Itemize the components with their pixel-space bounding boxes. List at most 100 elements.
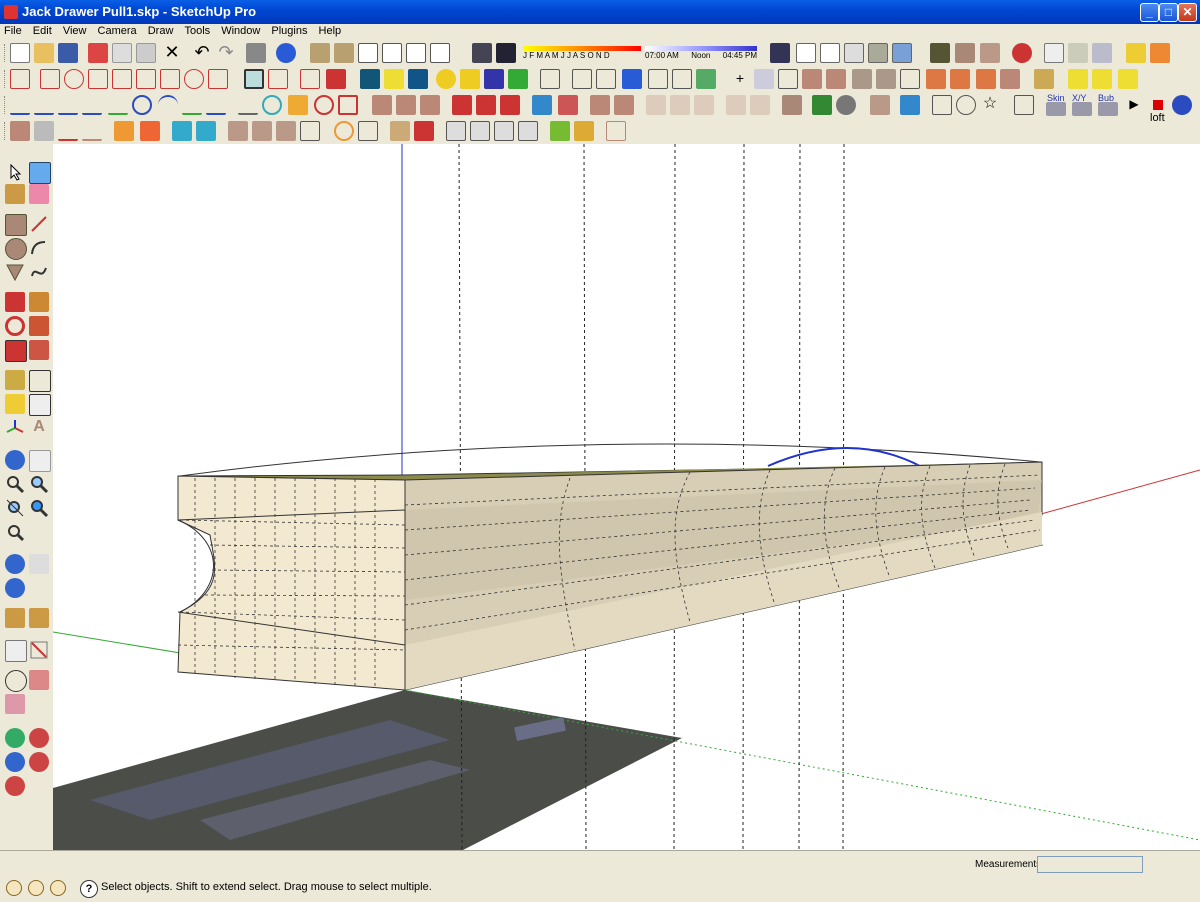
draw-pie-icon[interactable] bbox=[184, 69, 204, 89]
pencils-icon[interactable] bbox=[550, 121, 570, 141]
style-icon[interactable] bbox=[930, 43, 950, 63]
plugin-lambda-icon[interactable] bbox=[648, 69, 668, 89]
draw-rectangle-icon[interactable] bbox=[40, 69, 60, 89]
plugin-plus-icon[interactable]: + bbox=[730, 69, 750, 89]
houses-1-icon[interactable] bbox=[228, 121, 248, 141]
menu-camera[interactable]: Camera bbox=[94, 24, 141, 37]
draw-line-icon[interactable] bbox=[10, 69, 30, 89]
toolbar-grip[interactable] bbox=[4, 122, 8, 140]
draw-circle-icon[interactable] bbox=[64, 69, 84, 89]
undo-icon[interactable]: ↶ bbox=[192, 43, 212, 63]
circle-icon[interactable] bbox=[5, 238, 27, 260]
pan-icon[interactable] bbox=[29, 450, 51, 472]
polyline-icon[interactable] bbox=[238, 95, 258, 115]
plugin-cone-icon[interactable] bbox=[460, 69, 480, 89]
menu-plugins[interactable]: Plugins bbox=[267, 24, 311, 37]
plugin-wood-3-icon[interactable] bbox=[852, 69, 872, 89]
look-around-icon[interactable] bbox=[5, 578, 25, 598]
wave-icon[interactable] bbox=[206, 95, 226, 115]
sketchup-app-icon[interactable] bbox=[4, 5, 18, 19]
plugin-red-box-2-icon[interactable] bbox=[950, 69, 970, 89]
plugin-red-box-3-icon[interactable] bbox=[976, 69, 996, 89]
hidden-line-icon[interactable] bbox=[820, 43, 840, 63]
board-2-icon[interactable] bbox=[670, 95, 690, 115]
sandbox-3-icon[interactable] bbox=[5, 752, 25, 772]
materials-icon[interactable] bbox=[955, 43, 975, 63]
number-one-icon[interactable] bbox=[900, 95, 920, 115]
marker-left-icon[interactable] bbox=[932, 95, 952, 115]
new-file-icon[interactable] bbox=[10, 43, 30, 63]
section-fill-icon[interactable] bbox=[5, 694, 25, 714]
plugin-panel-icon[interactable] bbox=[754, 69, 774, 89]
sandbox-2-icon[interactable] bbox=[29, 728, 49, 748]
star-icon[interactable]: ☆ bbox=[980, 95, 1000, 115]
select-icon[interactable] bbox=[5, 162, 25, 182]
plugin-needle-icon[interactable] bbox=[672, 69, 692, 89]
zoom-window-icon[interactable] bbox=[29, 474, 49, 494]
arc-icon[interactable] bbox=[29, 238, 49, 258]
follow-me-icon[interactable] bbox=[29, 316, 49, 336]
menu-view[interactable]: View bbox=[59, 24, 91, 37]
polygon-icon[interactable] bbox=[5, 262, 25, 282]
dowel-2-icon[interactable] bbox=[750, 95, 770, 115]
oval-icon[interactable] bbox=[314, 95, 334, 115]
draw-ellipse-icon[interactable] bbox=[112, 69, 132, 89]
diamond-tool-icon[interactable] bbox=[326, 69, 346, 89]
monochrome-icon[interactable] bbox=[892, 43, 912, 63]
help-blue-icon[interactable] bbox=[1172, 95, 1192, 115]
cone-blue-icon[interactable] bbox=[172, 121, 192, 141]
plugin-select-icon[interactable] bbox=[540, 69, 560, 89]
zigzag-icon[interactable] bbox=[182, 95, 202, 115]
plugin-wire-box-icon[interactable] bbox=[596, 69, 616, 89]
rectangle-icon[interactable] bbox=[5, 214, 27, 236]
grid-cube-2-icon[interactable] bbox=[470, 121, 490, 141]
shaded-textures-icon[interactable] bbox=[868, 43, 888, 63]
marker-circle-icon[interactable] bbox=[956, 95, 976, 115]
plugin-film-icon[interactable] bbox=[384, 69, 404, 89]
shadow-time-slider[interactable]: 07:00 AM Noon 04:45 PM bbox=[645, 46, 757, 60]
print-icon[interactable] bbox=[246, 43, 266, 63]
draw-arc-icon[interactable] bbox=[160, 69, 180, 89]
extrude-icon[interactable] bbox=[10, 121, 30, 141]
xyz-tool-icon[interactable] bbox=[1072, 102, 1092, 116]
open-file-icon[interactable] bbox=[34, 43, 54, 63]
stop-icon[interactable] bbox=[1148, 95, 1168, 115]
display-section-icon[interactable] bbox=[29, 670, 49, 690]
play-icon[interactable]: ▶ bbox=[1124, 95, 1144, 115]
model-info-icon[interactable] bbox=[276, 43, 296, 63]
menu-help[interactable]: Help bbox=[315, 24, 346, 37]
menu-window[interactable]: Window bbox=[217, 24, 264, 37]
push-pull-icon[interactable] bbox=[29, 292, 49, 312]
line-icon[interactable] bbox=[29, 214, 49, 234]
xray-icon[interactable] bbox=[770, 43, 790, 63]
bspline-icon[interactable] bbox=[82, 95, 102, 115]
layers-icon[interactable] bbox=[1068, 43, 1088, 63]
plugin-ring-icon[interactable] bbox=[436, 69, 456, 89]
erase-x-icon[interactable]: ✕ bbox=[162, 43, 182, 63]
dimension-icon[interactable] bbox=[29, 370, 51, 392]
skin-tool-icon[interactable] bbox=[1046, 102, 1066, 116]
frame-icon[interactable] bbox=[606, 121, 626, 141]
freehand-tool-icon[interactable] bbox=[268, 69, 288, 89]
front-view-icon[interactable] bbox=[358, 43, 378, 63]
minimize-button[interactable]: _ bbox=[1140, 3, 1159, 22]
points-curve-icon[interactable] bbox=[58, 121, 78, 141]
position-camera-icon[interactable] bbox=[5, 554, 25, 574]
grid-cube-3-icon[interactable] bbox=[494, 121, 514, 141]
face-tool-icon[interactable] bbox=[300, 69, 320, 89]
tape-measure-icon[interactable] bbox=[5, 370, 25, 390]
scenes-icon[interactable] bbox=[1092, 43, 1112, 63]
plugin-s-icon[interactable] bbox=[1126, 43, 1146, 63]
share-model-icon[interactable] bbox=[29, 608, 49, 628]
cube-red-icon[interactable] bbox=[414, 121, 434, 141]
plugin-eye-icon[interactable] bbox=[408, 69, 428, 89]
flip-z-icon[interactable] bbox=[420, 95, 440, 115]
cone-tag-icon[interactable] bbox=[196, 121, 216, 141]
plugin-box-icon[interactable] bbox=[572, 69, 592, 89]
previous-view-icon[interactable] bbox=[29, 498, 49, 518]
left-view-icon[interactable] bbox=[430, 43, 450, 63]
rotate-icon[interactable] bbox=[5, 316, 25, 336]
flip-x-icon[interactable] bbox=[372, 95, 392, 115]
plugin-section-icon[interactable] bbox=[778, 69, 798, 89]
plugin-palette-icon[interactable] bbox=[508, 69, 528, 89]
